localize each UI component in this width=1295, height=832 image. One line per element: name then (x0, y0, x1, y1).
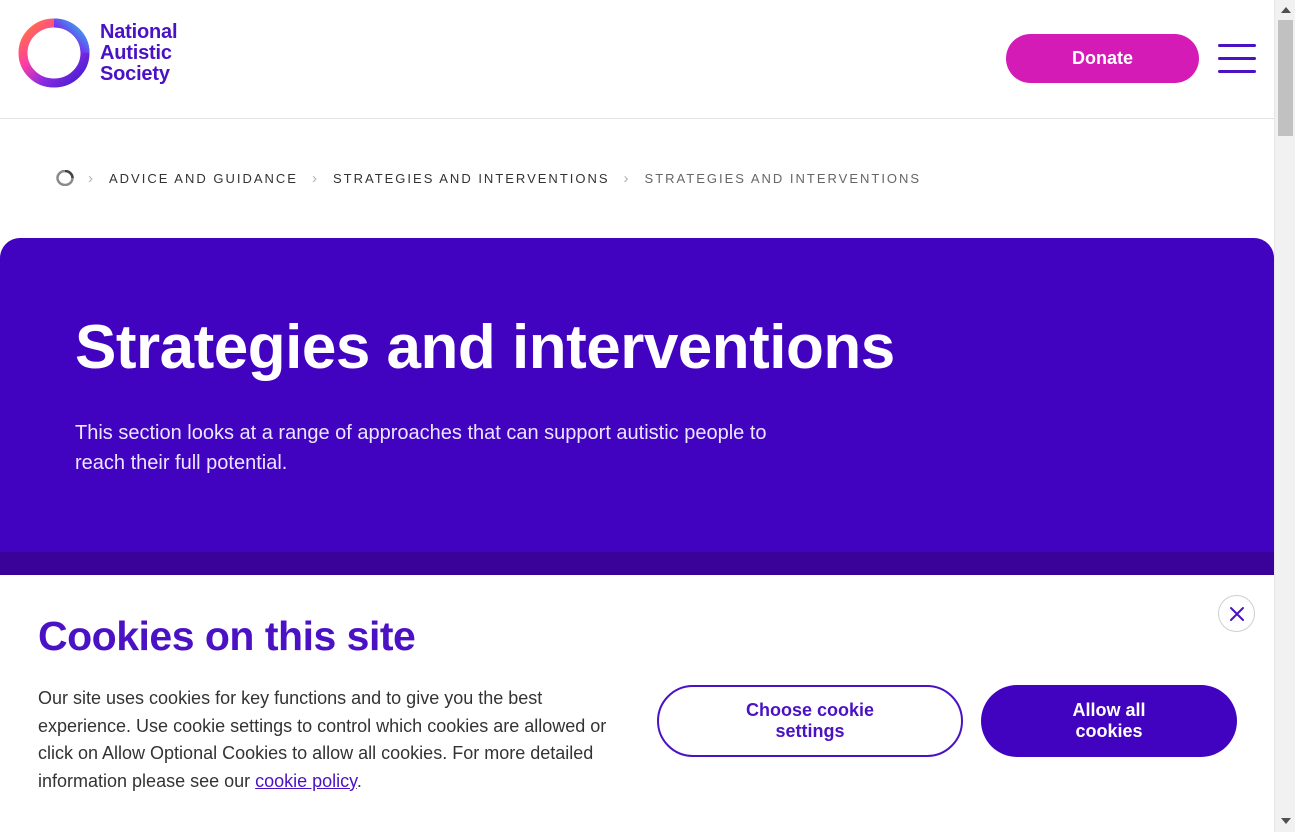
logo-line-3: Society (100, 62, 170, 85)
nas-ring-logo-icon (18, 18, 90, 88)
scrollbar-thumb[interactable] (1278, 20, 1293, 136)
home-logo-icon[interactable] (56, 170, 74, 186)
logo-wordmark: National Autistic Society (100, 20, 178, 85)
close-cookie-banner-button[interactable] (1218, 595, 1255, 632)
allow-all-cookies-button[interactable]: Allow all cookies (981, 685, 1237, 757)
logo-line-1: National (100, 20, 178, 43)
page-title: Strategies and interventions (75, 313, 895, 382)
breadcrumb-current: STRATEGIES AND INTERVENTIONS (644, 170, 922, 186)
page-scrollbar[interactable] (1274, 0, 1295, 832)
breadcrumb-link-strategies[interactable]: STRATEGIES AND INTERVENTIONS (333, 171, 610, 186)
hamburger-menu-icon[interactable] (1218, 44, 1256, 74)
breadcrumb-link-advice[interactable]: ADVICE AND GUIDANCE (109, 171, 298, 186)
chevron-right-icon: › (623, 169, 629, 187)
site-logo[interactable]: National Autistic Society (18, 18, 177, 88)
cookie-banner-text: Our site uses cookies for key functions … (38, 685, 618, 795)
breadcrumb: › ADVICE AND GUIDANCE › STRATEGIES AND I… (56, 168, 921, 188)
choose-cookie-settings-button[interactable]: Choose cookie settings (657, 685, 963, 757)
logo-line-2: Autistic (100, 41, 172, 64)
close-icon (1229, 606, 1244, 621)
site-header: National Autistic Society Donate (0, 0, 1274, 119)
chevron-right-icon: › (311, 169, 317, 187)
chevron-right-icon: › (88, 169, 93, 187)
cookie-body-end: . (356, 770, 362, 791)
cookie-banner-title: Cookies on this site (38, 613, 416, 659)
scroll-up-arrow-icon[interactable] (1281, 7, 1291, 13)
cookie-policy-link[interactable]: cookie policy (255, 771, 357, 791)
donate-button[interactable]: Donate (1006, 34, 1199, 83)
cookie-banner: Cookies on this site Our site uses cooki… (0, 575, 1274, 832)
hero-banner: Strategies and interventions This sectio… (0, 238, 1274, 578)
scroll-down-arrow-icon[interactable] (1281, 818, 1291, 824)
hero-description: This section looks at a range of approac… (75, 422, 767, 474)
